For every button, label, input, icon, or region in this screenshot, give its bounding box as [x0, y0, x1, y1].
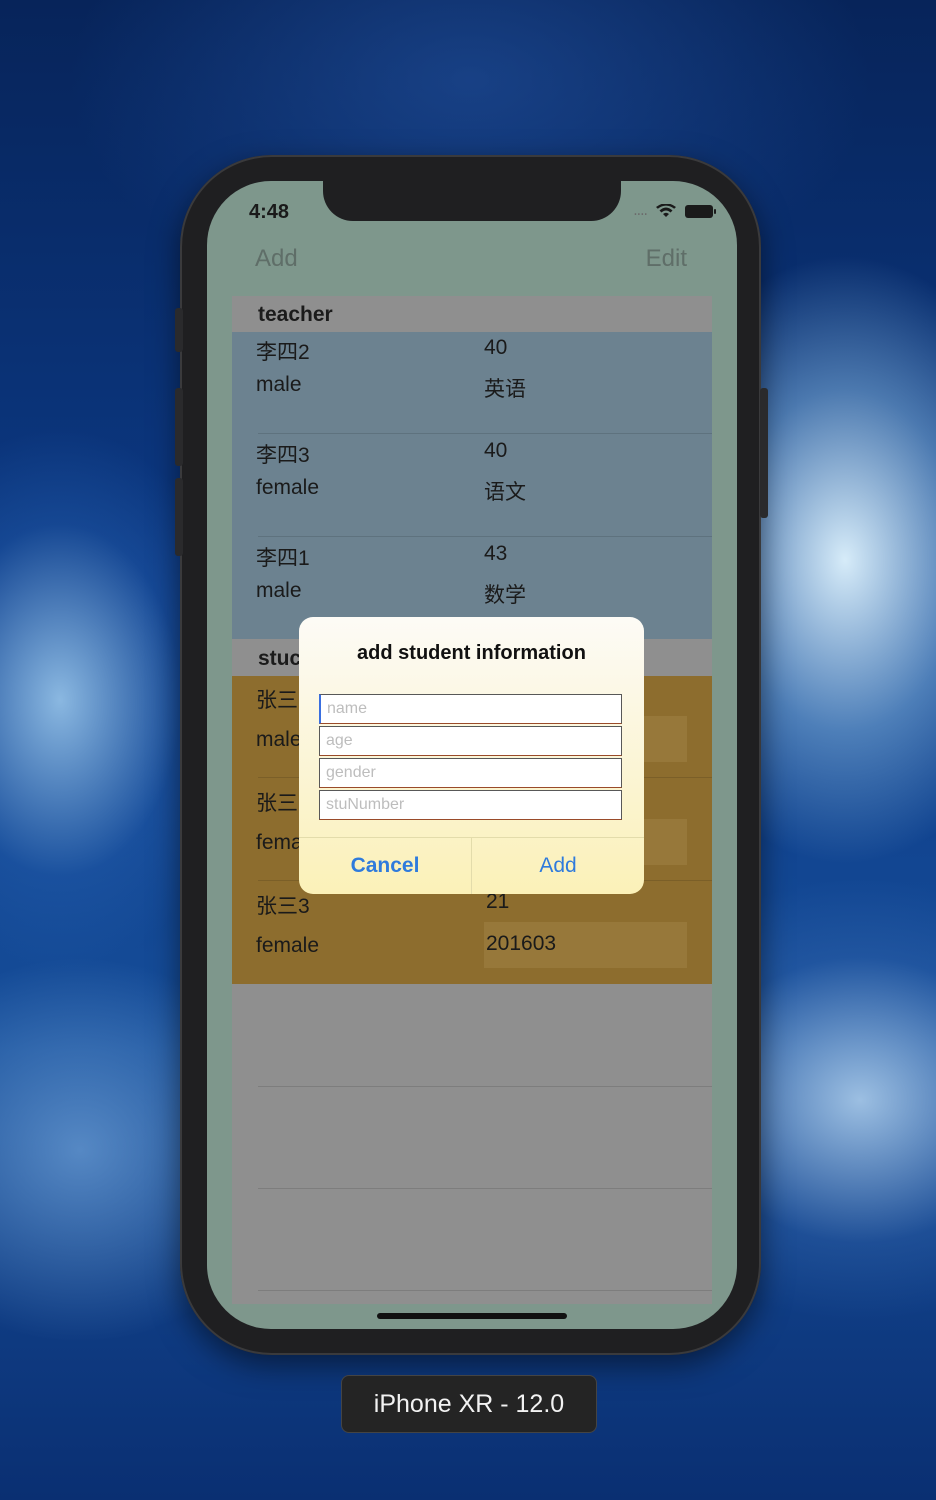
table-row[interactable]: 李四3 40 female 语文: [232, 435, 712, 537]
notch: [323, 181, 621, 221]
alert-title: add student information: [357, 642, 586, 664]
row-separator: [258, 433, 712, 434]
teacher-gender: male: [256, 579, 302, 602]
teacher-gender: female: [256, 476, 320, 499]
section-header-title: stuc: [258, 647, 302, 670]
student-name: 张三3: [256, 895, 310, 918]
teacher-subject: 语文: [484, 481, 526, 504]
volume-up-button: [175, 388, 183, 466]
age-input[interactable]: [319, 726, 622, 756]
battery-icon: [685, 204, 716, 218]
empty-row-separator: [258, 1188, 712, 1189]
teacher-subject: 数学: [484, 584, 526, 607]
row-separator: [258, 536, 712, 537]
teacher-name: 李四3: [256, 444, 310, 467]
student-name: 张三: [256, 689, 298, 712]
section-header-teacher: teacher: [232, 296, 712, 332]
teacher-age: 43: [484, 542, 508, 565]
student-name: 张三: [256, 792, 298, 815]
add-student-alert: add student information Cancel Add: [299, 617, 644, 894]
empty-row-separator: [258, 1290, 712, 1291]
student-gender: female: [256, 934, 320, 957]
name-input[interactable]: [319, 694, 622, 724]
empty-row-separator: [258, 1086, 712, 1087]
student-gender: fema: [256, 831, 303, 854]
table-row[interactable]: 张三3 21 female 201603: [232, 882, 712, 984]
teacher-age: 40: [484, 336, 508, 359]
home-indicator: [377, 1313, 567, 1319]
stu-number-input[interactable]: [319, 790, 622, 820]
table-row[interactable]: 李四2 40 male 英语: [232, 332, 712, 434]
teacher-subject: 英语: [484, 378, 526, 401]
student-number: 201603: [486, 932, 557, 955]
teacher-age: 40: [484, 439, 508, 462]
nav-add-button[interactable]: Add: [255, 245, 298, 273]
gender-input[interactable]: [319, 758, 622, 788]
nav-edit-button[interactable]: Edit: [646, 245, 687, 273]
signal-icon: ....: [633, 203, 648, 219]
teacher-name: 李四1: [256, 547, 310, 570]
status-time: 4:48: [249, 201, 290, 223]
cancel-button[interactable]: Cancel: [299, 838, 471, 894]
teacher-name: 李四2: [256, 341, 310, 364]
power-button: [760, 388, 768, 518]
teacher-gender: male: [256, 373, 302, 396]
add-button[interactable]: Add: [472, 838, 644, 894]
mute-switch: [175, 308, 183, 352]
wifi-icon: [656, 204, 676, 217]
student-gender: male: [256, 728, 302, 751]
volume-down-button: [175, 478, 183, 556]
teacher-section: 李四2 40 male 英语 李四3 40 female 语文 李四1 43 m…: [232, 332, 712, 639]
status-icons: ....: [633, 203, 716, 219]
section-header-title: teacher: [258, 303, 333, 326]
device-label: iPhone XR - 12.0: [341, 1375, 597, 1433]
